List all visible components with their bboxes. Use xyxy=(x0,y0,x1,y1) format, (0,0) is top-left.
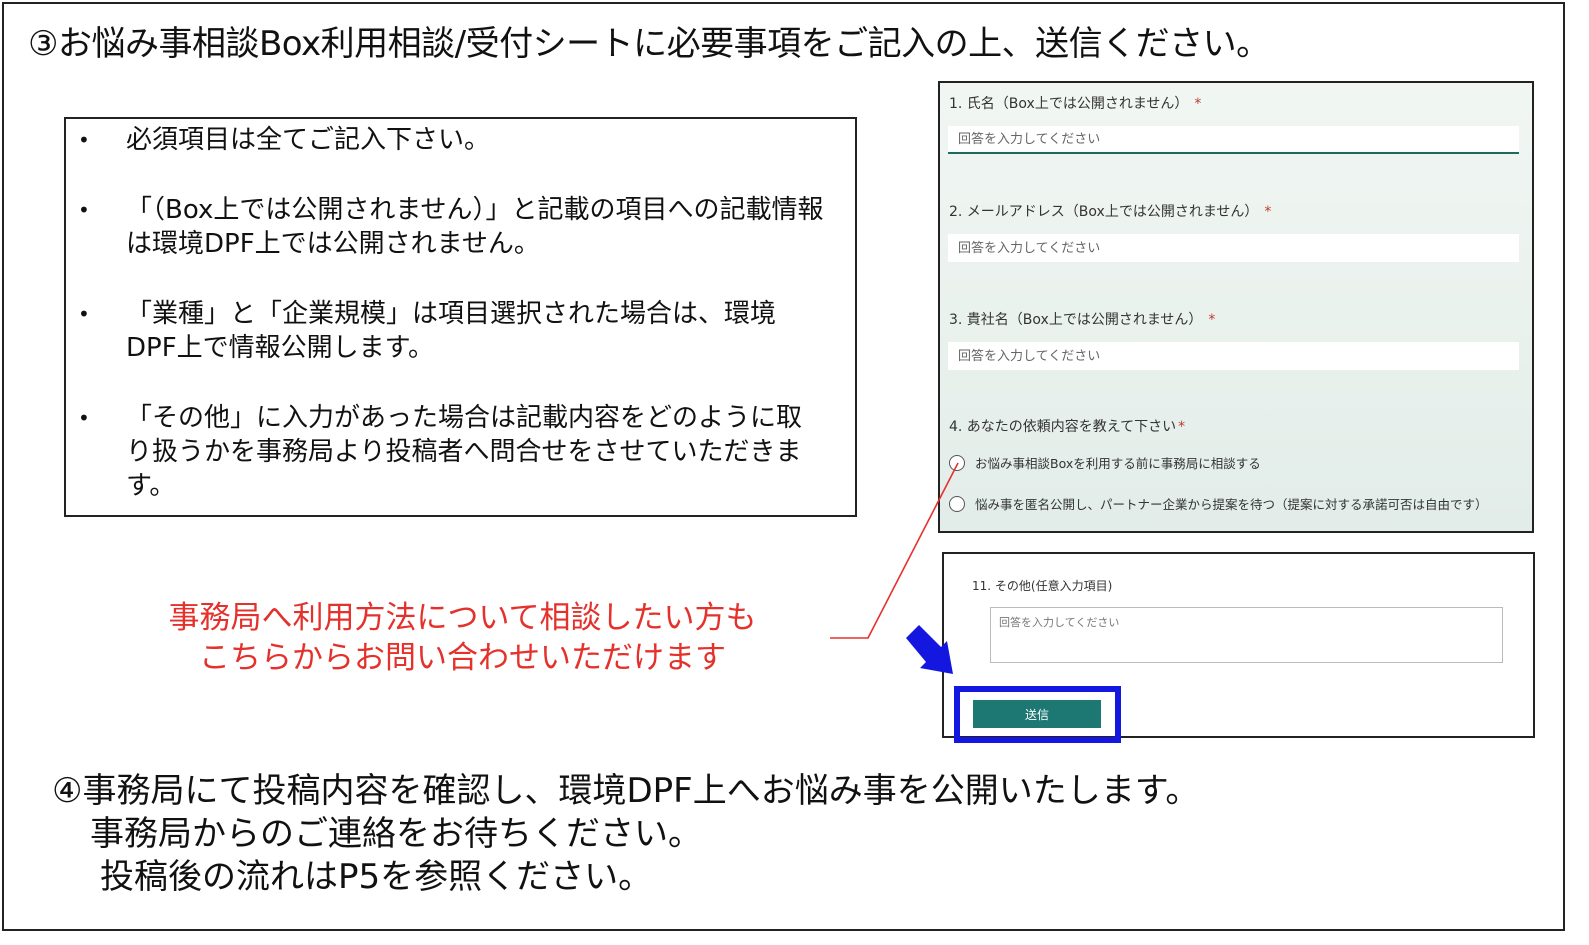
note-item: • 「業種」と「企業規模」は項目選択された場合は、環境DPF上で情報公開します。 xyxy=(78,297,826,365)
bullet-icon: • xyxy=(78,406,90,430)
note-text: 必須項目は全てご記入下さい。 xyxy=(126,125,491,155)
radio-button[interactable] xyxy=(949,495,965,512)
bullet-icon: • xyxy=(78,198,90,222)
radio-option-anonymous[interactable]: 悩み事を匿名公開し、パートナー企業から提案を待つ（提案に対する承諾可否は自由です… xyxy=(949,494,1488,513)
question-label-email: 2. メールアドレス（Box上では公開されません） * xyxy=(949,204,1272,220)
radio-label: 悩み事を匿名公開し、パートナー企業から提案を待つ（提案に対する承諾可否は自由です… xyxy=(975,497,1488,512)
consult-note-line: 事務局へ利用方法について相談したい方も xyxy=(168,600,757,636)
required-mark: * xyxy=(1264,204,1272,220)
radio-label: お悩み事相談Boxを利用する前に事務局に相談する xyxy=(975,456,1261,471)
consult-note: 事務局へ利用方法について相談したい方も こちらからお問い合わせいただけます xyxy=(130,598,795,678)
note-text: 「（Box上では公開されません）」と記載の項目への記載情報は環境DPF上では公開… xyxy=(126,195,824,259)
note-item: • 「（Box上では公開されません）」と記載の項目への記載情報は環境DPF上では… xyxy=(78,193,826,261)
bullet-icon: • xyxy=(78,128,90,152)
note-text: 「業種」と「企業規模」は項目選択された場合は、環境DPF上で情報公開します。 xyxy=(126,299,777,363)
radio-option-consult[interactable]: お悩み事相談Boxを利用する前に事務局に相談する xyxy=(949,453,1261,472)
page-title: ③お悩み事相談Box利用相談/受付シートに必要事項をご記入の上、送信ください。 xyxy=(28,24,1270,64)
note-item: • 必須項目は全てご記入下さい。 xyxy=(78,123,826,157)
consult-note-line: こちらからお問い合わせいただけます xyxy=(199,640,726,676)
company-input[interactable] xyxy=(948,342,1519,370)
step4-text: ④事務局にて投稿内容を確認し、環境DPF上へお悩み事を公開いたします。 事務局か… xyxy=(52,770,1199,899)
other-textarea[interactable] xyxy=(990,607,1503,663)
required-mark: * xyxy=(1208,312,1216,328)
email-input[interactable] xyxy=(948,234,1519,262)
required-mark: * xyxy=(1178,419,1186,435)
bullet-icon: • xyxy=(78,302,90,326)
submit-button[interactable]: 送信 xyxy=(973,700,1101,728)
note-text: 「その他」に入力があった場合は記載内容をどのように取り扱うかを事務局より投稿者へ… xyxy=(126,403,803,501)
question-label-company: 3. 貴社名（Box上では公開されません） * xyxy=(949,312,1216,328)
step4-line: 事務局からのご連絡をお待ちください。 xyxy=(90,814,702,854)
radio-button[interactable] xyxy=(949,454,965,471)
step4-line: 投稿後の流れはP5を参照ください。 xyxy=(100,857,653,897)
name-input[interactable] xyxy=(948,126,1519,154)
question-label-other: 11. その他(任意入力項目) xyxy=(972,579,1113,593)
note-item: • 「その他」に入力があった場合は記載内容をどのように取り扱うかを事務局より投稿… xyxy=(78,401,826,503)
notes-box: • 必須項目は全てご記入下さい。 • 「（Box上では公開されません）」と記載の… xyxy=(64,117,857,517)
form-screenshot-main: 1. 氏名（Box上では公開されません）* 2. メールアドレス（Box上では公… xyxy=(938,81,1534,533)
question-label-request: 4. あなたの依頼内容を教えて下さい * xyxy=(949,419,1186,435)
step4-line: ④事務局にて投稿内容を確認し、環境DPF上へお悩み事を公開いたします。 xyxy=(52,771,1200,811)
question-label-name: 1. 氏名（Box上では公開されません） * xyxy=(949,96,1202,112)
required-mark: * xyxy=(1194,96,1202,112)
